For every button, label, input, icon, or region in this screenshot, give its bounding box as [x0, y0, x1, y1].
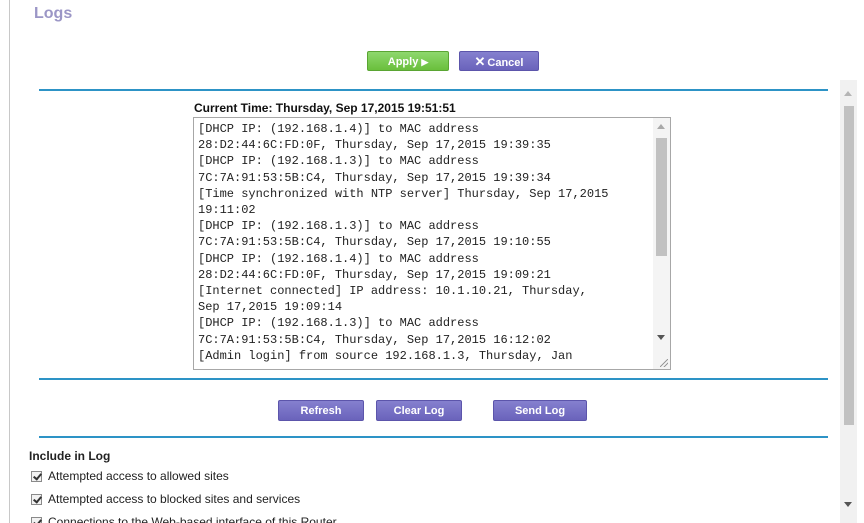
divider-top	[39, 89, 828, 91]
option-label: Attempted access to blocked sites and se…	[48, 492, 301, 506]
log-scrollbar-thumb[interactable]	[656, 138, 667, 256]
page-scrollbar[interactable]	[840, 80, 857, 523]
include-option-blocked-sites[interactable]: Attempted access to blocked sites and se…	[31, 491, 300, 507]
page-frame: Logs Apply ▶ ✕ Cancel Current Time: Thursd…	[9, 0, 864, 523]
cancel-button[interactable]: ✕ Cancel	[459, 51, 539, 71]
include-option-web-connections[interactable]: Connections to the Web-based interface o…	[31, 514, 337, 523]
x-icon: ✕	[474, 54, 486, 69]
log-textarea[interactable]: [DHCP IP: (192.168.1.4)] to MAC address …	[193, 117, 671, 370]
option-label: Connections to the Web-based interface o…	[48, 515, 337, 523]
divider-bottom	[39, 436, 828, 438]
log-content: [DHCP IP: (192.168.1.4)] to MAC address …	[198, 122, 609, 363]
refresh-button[interactable]: Refresh	[278, 400, 364, 421]
scroll-down-arrow-icon[interactable]	[844, 502, 852, 507]
checkbox[interactable]	[31, 516, 42, 523]
scroll-down-arrow-icon[interactable]	[657, 335, 665, 340]
apply-label: Apply	[387, 56, 419, 68]
checkbox[interactable]	[31, 470, 42, 482]
page-scrollbar-thumb[interactable]	[844, 106, 854, 425]
current-time: Current Time: Thursday, Sep 17,2015 19:5…	[194, 101, 456, 115]
scroll-up-arrow-icon[interactable]	[657, 124, 665, 129]
include-in-log-title: Include in Log	[29, 449, 111, 463]
include-option-allowed-sites[interactable]: Attempted access to allowed sites	[31, 468, 229, 484]
scroll-up-arrow-icon[interactable]	[844, 91, 852, 96]
resize-grip-icon[interactable]	[660, 359, 668, 367]
checkbox[interactable]	[31, 493, 42, 505]
play-arrow-icon: ▶	[421, 57, 429, 67]
clear-log-button[interactable]: Clear Log	[376, 400, 462, 421]
option-label: Attempted access to allowed sites	[48, 469, 229, 483]
apply-button[interactable]: Apply ▶	[367, 51, 449, 71]
divider-middle	[39, 378, 828, 380]
page-title: Logs	[34, 5, 73, 22]
log-scrollbar[interactable]	[653, 118, 670, 369]
cancel-label: Cancel	[487, 57, 524, 69]
send-log-button[interactable]: Send Log	[493, 400, 587, 421]
